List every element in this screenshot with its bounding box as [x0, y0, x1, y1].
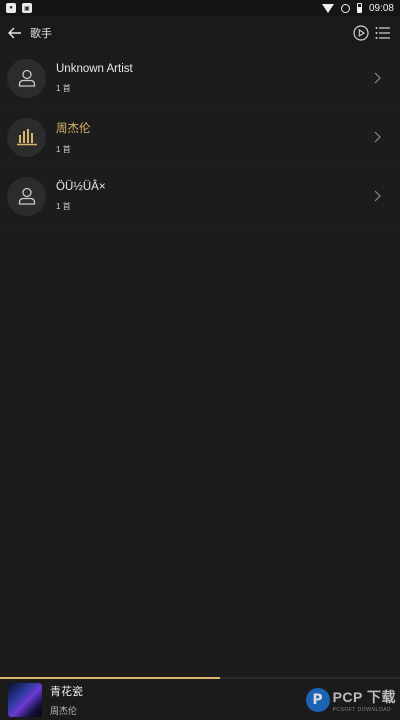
artist-name: Unknown Artist	[56, 62, 133, 75]
watermark-sub-text: PCSOFT DOWNLOAD	[332, 706, 392, 713]
watermark-main-text: PCP 下载	[332, 688, 396, 705]
back-button[interactable]	[2, 16, 28, 49]
person-icon	[18, 69, 35, 87]
arrow-left-icon	[8, 27, 21, 38]
play-all-button[interactable]	[352, 24, 370, 42]
data-saver-icon	[340, 3, 350, 13]
status-bar: ● ▣ 09:08	[0, 0, 400, 16]
artist-list: Unknown Artist 1 首 周杰伦 1 首 ÖÜ½ÜÂ× 1 首	[0, 49, 400, 226]
wifi-icon	[321, 3, 334, 13]
song-title: 青花瓷	[50, 685, 83, 698]
equalizer-icon	[16, 129, 37, 146]
chevron-right-icon	[374, 190, 381, 202]
song-count: 1 首	[56, 201, 71, 211]
avatar	[7, 58, 46, 98]
chevron-right-icon	[374, 72, 381, 84]
watermark-logo-icon: P	[305, 687, 330, 712]
notification-icon: ▣	[22, 3, 32, 13]
mini-player[interactable]: 青花瓷 周杰伦 P PCP 下载 PCSOFT DOWNLOAD	[0, 679, 400, 720]
list-item[interactable]: 周杰伦 1 首	[0, 108, 400, 167]
status-time: 09:08	[368, 2, 394, 14]
watermark: P PCP 下载 PCSOFT DOWNLOAD	[305, 687, 396, 713]
artist-name: ÖÜ½ÜÂ×	[56, 180, 106, 193]
row-text: Unknown Artist 1 首	[56, 63, 133, 94]
status-left: ● ▣	[6, 3, 32, 13]
list-item[interactable]: Unknown Artist 1 首	[0, 49, 400, 108]
battery-icon	[356, 3, 362, 13]
row-text: ÖÜ½ÜÂ× 1 首	[56, 181, 106, 212]
menu-button[interactable]	[374, 24, 392, 42]
app-bar: 歌手	[0, 16, 400, 49]
page-title: 歌手	[30, 27, 52, 40]
list-item[interactable]: ÖÜ½ÜÂ× 1 首	[0, 167, 400, 226]
menu-list-icon	[375, 26, 390, 39]
row-text: 周杰伦 1 首	[56, 120, 91, 155]
avatar	[7, 176, 46, 216]
now-playing-text: 青花瓷 周杰伦	[50, 683, 83, 717]
song-count: 1 首	[56, 144, 71, 154]
chevron-right-icon	[374, 131, 381, 143]
song-artist: 周杰伦	[50, 705, 78, 716]
status-right: 09:08	[321, 2, 394, 14]
header-actions	[352, 24, 400, 42]
watermark-text: PCP 下载 PCSOFT DOWNLOAD	[333, 687, 396, 713]
artist-name: 周杰伦	[56, 122, 91, 135]
avatar	[7, 117, 46, 157]
person-icon	[18, 187, 35, 205]
song-count: 1 首	[56, 83, 71, 93]
play-circle-icon	[353, 24, 369, 41]
album-cover[interactable]	[8, 682, 42, 717]
notification-icon: ●	[6, 3, 16, 13]
